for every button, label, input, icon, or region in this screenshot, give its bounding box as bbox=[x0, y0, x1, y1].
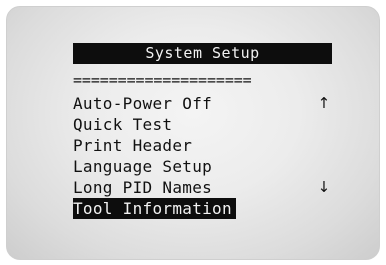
menu-item-tool-information[interactable]: Tool Information bbox=[73, 198, 343, 219]
menu-item-label: Print Header bbox=[73, 136, 193, 155]
menu-item-language-setup[interactable]: Language Setup bbox=[73, 156, 343, 177]
screen-title: System Setup bbox=[73, 43, 332, 64]
menu-item-label: Long PID Names bbox=[73, 178, 213, 197]
menu-item-label: Auto-Power Off bbox=[73, 94, 213, 113]
menu-item-label: Quick Test bbox=[73, 115, 173, 134]
menu-item-print-header[interactable]: Print Header bbox=[73, 135, 343, 156]
title-divider: ==================== bbox=[73, 71, 252, 89]
device-bezel: System Setup ==================== Auto-P… bbox=[0, 0, 386, 265]
menu-item-label: Language Setup bbox=[73, 157, 213, 176]
menu-item-long-pid-names[interactable]: Long PID Names ↓ bbox=[73, 177, 343, 198]
menu-item-auto-power-off[interactable]: Auto-Power Off ↑ bbox=[73, 93, 343, 114]
scroll-up-arrow-icon: ↑ bbox=[317, 94, 331, 112]
menu-item-label: Tool Information bbox=[73, 198, 236, 219]
lcd-display: System Setup ==================== Auto-P… bbox=[6, 6, 380, 260]
scroll-down-arrow-icon: ↓ bbox=[317, 178, 331, 196]
menu-item-quick-test[interactable]: Quick Test bbox=[73, 114, 343, 135]
setup-menu: Auto-Power Off ↑ Quick Test Print Header… bbox=[73, 93, 343, 219]
